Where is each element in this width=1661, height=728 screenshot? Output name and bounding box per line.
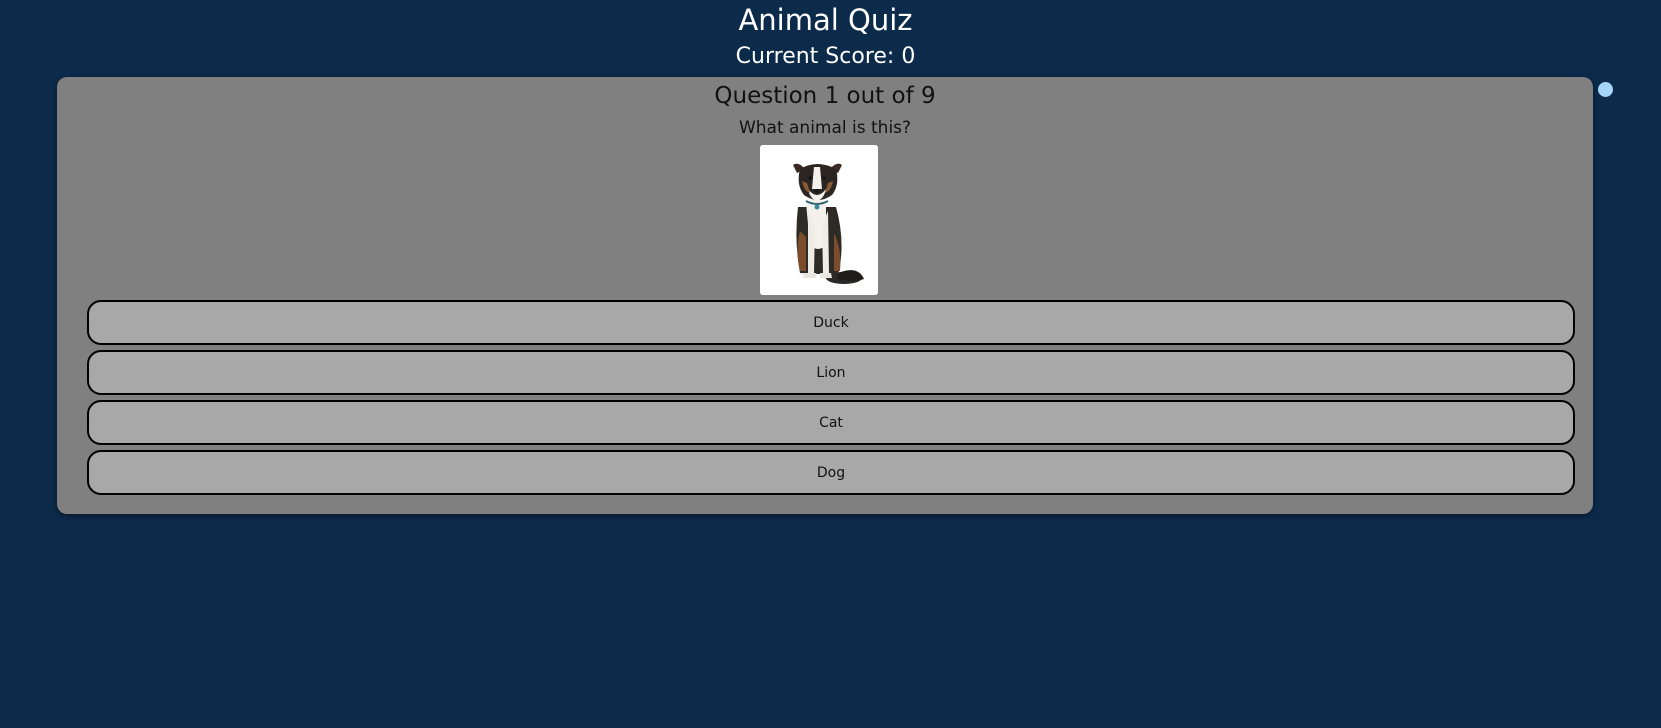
option-lion-button[interactable]: Lion xyxy=(87,350,1575,395)
option-duck-button[interactable]: Duck xyxy=(87,300,1575,345)
current-score: Current Score: 0 xyxy=(735,44,916,69)
question-progress: Question 1 out of 9 xyxy=(714,83,936,109)
option-cat-button[interactable]: Cat xyxy=(87,400,1575,445)
dog-illustration xyxy=(760,145,878,295)
option-dog-button[interactable]: Dog xyxy=(87,450,1575,495)
answer-options: Duck Lion Cat Dog xyxy=(87,300,1575,500)
quiz-header: Animal Quiz Current Score: 0 xyxy=(0,0,1651,76)
question-card: Question 1 out of 9 What animal is this? xyxy=(57,77,1593,514)
page-title: Animal Quiz xyxy=(738,3,913,37)
question-prompt: What animal is this? xyxy=(738,118,912,138)
status-dot xyxy=(1598,82,1613,97)
animal-image xyxy=(760,145,878,295)
